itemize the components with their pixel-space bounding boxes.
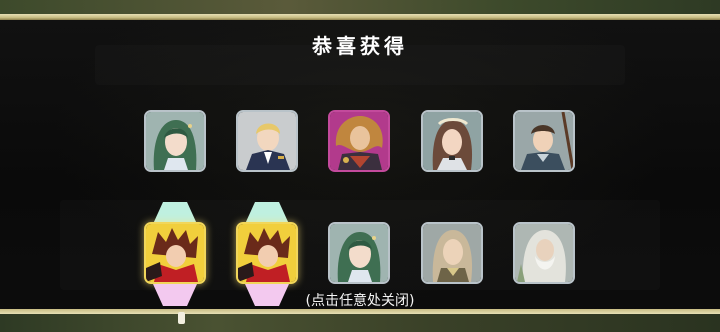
background-bottom-strip: [0, 314, 720, 332]
rarity-hex-top: [245, 202, 289, 224]
top-border-line: [0, 14, 720, 20]
reward-card-green-hair-maiden[interactable]: [144, 110, 206, 172]
slider-handle[interactable]: [178, 312, 185, 324]
reward-card-red-scarf-hero[interactable]: [144, 222, 206, 284]
reward-card-white-beard-sage[interactable]: [513, 222, 575, 284]
portrait-red-scarf-hero: [146, 224, 204, 282]
close-hint-text: (点击任意处关闭): [305, 293, 415, 309]
reward-title: 恭喜获得: [312, 34, 408, 58]
portrait-long-hair-elder: [423, 224, 481, 282]
reward-card-long-hair-elder[interactable]: [421, 222, 483, 284]
reward-card-brown-hair-lady[interactable]: [421, 110, 483, 172]
portrait-green-hair-maiden: [146, 112, 204, 170]
portrait-white-beard-sage: [515, 224, 573, 282]
reward-card-blonde-officer[interactable]: [236, 110, 298, 172]
portrait-spear-youth: [515, 112, 573, 170]
reward-popup-overlay[interactable]: 恭喜获得 (点击任意处关闭): [0, 0, 720, 332]
portrait-green-hair-maiden: [330, 224, 388, 282]
reward-card-lion-maned-warrior[interactable]: [328, 110, 390, 172]
reward-card-spear-youth[interactable]: [513, 110, 575, 172]
portrait-lion-maned-warrior: [330, 112, 388, 170]
rarity-hex-top: [153, 202, 197, 224]
portrait-red-scarf-hero: [238, 224, 296, 282]
portrait-brown-hair-lady: [423, 112, 481, 170]
portrait-blonde-officer: [238, 112, 296, 170]
reward-card-red-scarf-hero[interactable]: [236, 222, 298, 284]
reward-card-green-hair-maiden[interactable]: [328, 222, 390, 284]
